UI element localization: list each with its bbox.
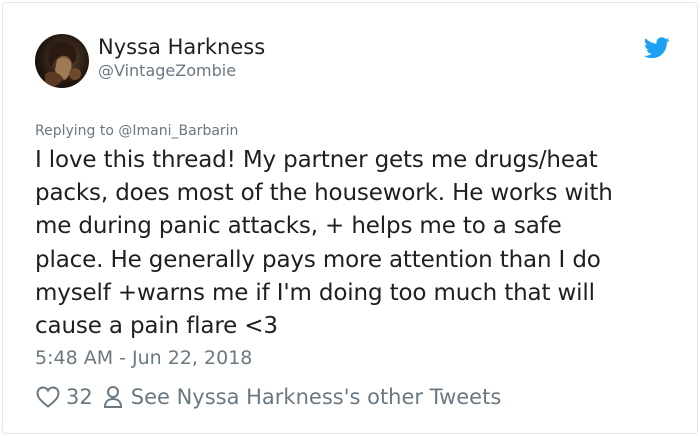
- tweet-card: Nyssa Harkness @VintageZombie Replying t…: [2, 2, 698, 434]
- heart-icon[interactable]: [36, 386, 60, 408]
- replying-to-handle-link[interactable]: @Imani_Barbarin: [118, 123, 238, 139]
- tweet-text-line: I love this thread! My partner gets me d…: [35, 147, 598, 173]
- replying-prefix: Replying to: [35, 123, 119, 139]
- tweet-timestamp-link[interactable]: 5:48 AM - Jun 22, 2018: [35, 347, 252, 369]
- author-display-name[interactable]: Nyssa Harkness: [98, 35, 265, 59]
- tweet-text-line: cause a pain flare <3: [35, 313, 278, 340]
- person-icon[interactable]: [103, 385, 123, 409]
- avatar[interactable]: [35, 34, 89, 88]
- replying-to-line: Replying to @Imani_Barbarin: [35, 123, 238, 139]
- tweet-text-line: place. He generally pays more attention …: [35, 246, 601, 273]
- twitter-bird-icon[interactable]: [643, 37, 670, 59]
- avatar-image: [35, 34, 89, 88]
- tweet-text: I love this thread! My partner gets me d…: [35, 144, 675, 343]
- tweet-text-line: packs, does most of the housework. He wo…: [35, 180, 613, 207]
- tweet-text-line: me during panic attacks, + helps me to a…: [35, 213, 562, 240]
- tweet-text-line: myself +warns me if I'm doing too much t…: [35, 279, 595, 306]
- like-count[interactable]: 32: [66, 385, 93, 409]
- author-handle[interactable]: @VintageZombie: [98, 61, 236, 80]
- other-tweets-link[interactable]: See Nyssa Harkness's other Tweets: [131, 385, 502, 409]
- tweet-actions: 32 See Nyssa Harkness's other Tweets: [36, 382, 501, 412]
